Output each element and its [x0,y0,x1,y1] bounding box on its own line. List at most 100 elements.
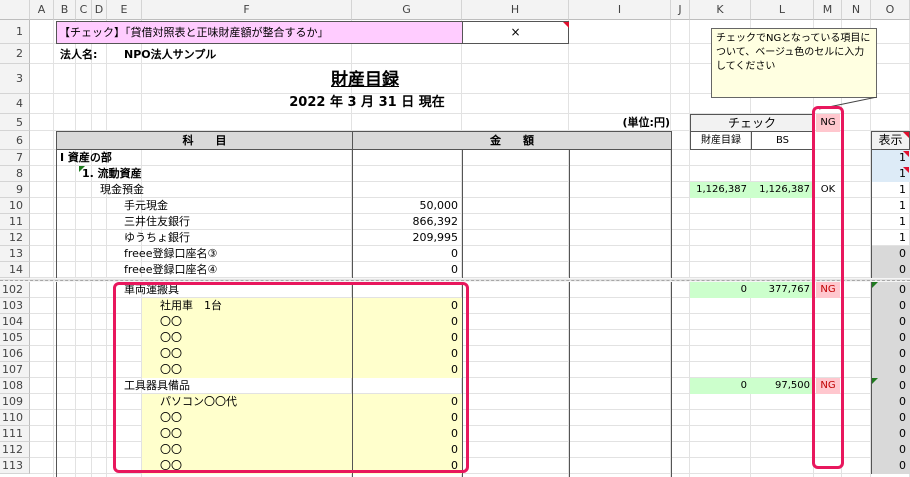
item-label: freee登録口座名③ [124,247,218,260]
row-header[interactable]: 102 [0,282,30,298]
check-bs-value: 1,126,387 [751,182,814,198]
item-amount[interactable]: 866,392 [353,214,462,230]
row-header[interactable]: 107 [0,362,30,378]
item-amount[interactable]: 0 [353,262,462,278]
row-header[interactable]: 113 [0,458,30,474]
row-header[interactable]: 111 [0,426,30,442]
select-all-corner[interactable] [0,0,30,20]
check-bs-value: 97,500 [751,378,814,394]
row-header[interactable]: 2 [0,44,30,64]
check-panel-col1: 財産目録 [690,131,752,150]
display-flag: 0 [871,314,910,330]
check-title-cell[interactable]: 【チェック】「貸借対照表と正味財産額が整合するか」 [56,21,463,44]
row-header[interactable]: 109 [0,394,30,410]
check-inventory-value: 0 [690,378,751,394]
row-header[interactable]: 10 [0,198,30,214]
display-flag: 0 [871,262,910,278]
row-header[interactable]: 106 [0,346,30,362]
column-header[interactable]: O [871,0,910,20]
comment-marker-icon [563,22,569,28]
row-header[interactable]: 13 [0,246,30,262]
item-label: ゆうちょ銀行 [124,231,190,244]
note-comment-box: チェックでNGとなっている項目について、ベージュ色のセルに入力してください [711,28,877,98]
column-header[interactable]: L [751,0,814,20]
row-header[interactable]: 6 [0,131,30,150]
check-panel-title: チェック [690,114,814,132]
display-flag: 0 [871,410,910,426]
row-header[interactable]: 4 [0,94,30,114]
subject-header: 科 目 [56,131,353,150]
corp-label: 法人名: [60,48,98,61]
display-flag: 0 [871,330,910,346]
error-marker-icon [872,378,878,384]
row-header[interactable]: 14 [0,262,30,278]
column-header[interactable]: B [54,0,76,20]
item-label: freee登録口座名④ [124,263,218,276]
column-header[interactable]: I [569,0,671,20]
row-header[interactable]: 108 [0,378,30,394]
unit-label: (単位:円) [622,116,670,129]
column-header[interactable]: N [842,0,871,20]
amount-header: 金 額 [352,131,672,150]
display-flag: 0 [871,458,910,474]
highlight-input-area [113,282,469,473]
comment-marker-icon [903,132,909,138]
column-header[interactable]: D [92,0,107,20]
check-bs-value: 377,767 [751,282,814,298]
display-flag: 1 [871,230,910,246]
display-flag: 1 [871,198,910,214]
column-header[interactable]: F [142,0,352,20]
display-flag: 0 [871,394,910,410]
row-header[interactable]: 8 [0,166,30,182]
display-flag: 0 [871,298,910,314]
item-amount[interactable]: 50,000 [353,198,462,214]
item-amount[interactable] [353,182,462,198]
row-header[interactable]: 104 [0,314,30,330]
item-label: 三井住友銀行 [124,215,190,228]
comment-marker-icon [903,167,909,173]
display-flag: 0 [871,426,910,442]
column-header[interactable]: E [107,0,142,20]
row-header[interactable]: 11 [0,214,30,230]
highlight-ng-column [812,106,844,469]
display-flag: 1 [871,182,910,198]
check-inventory-value: 0 [690,282,751,298]
display-flag: 0 [871,442,910,458]
item-label: 手元現金 [124,199,168,212]
display-flag: 1 [871,214,910,230]
display-flag: 0 [871,362,910,378]
item-amount[interactable]: 209,995 [353,230,462,246]
column-header[interactable]: M [814,0,842,20]
comment-marker-icon [903,151,909,157]
section-assets: I 資産の部 [60,151,112,164]
display-flag: 0 [871,346,910,362]
error-marker-icon [872,282,878,288]
column-header[interactable]: G [352,0,462,20]
column-header[interactable]: J [671,0,690,20]
document-date: 2022 年 3 月 31 日 現在 [289,95,445,110]
row-header[interactable]: 12 [0,230,30,246]
row-header[interactable]: 105 [0,330,30,346]
row-header[interactable]: 5 [0,114,30,131]
row-header[interactable]: 1 [0,20,30,44]
column-header[interactable]: H [462,0,569,20]
error-marker-icon [79,166,85,172]
check-result-cell[interactable]: × [462,21,569,44]
freeze-split-dash [0,280,910,281]
row-header[interactable]: 112 [0,442,30,458]
column-header[interactable]: A [30,0,54,20]
display-flag: 0 [871,246,910,262]
corp-name: NPO法人サンプル [124,48,217,61]
row-header[interactable]: 3 [0,64,30,94]
check-panel-col2: BS [751,131,814,150]
row-header[interactable]: 110 [0,410,30,426]
item-label: 現金預金 [100,183,144,196]
column-header[interactable]: K [690,0,751,20]
row-header[interactable]: 7 [0,150,30,166]
section-current-assets: 1. 流動資産 [82,167,142,180]
item-amount[interactable]: 0 [353,246,462,262]
row-header[interactable]: 9 [0,182,30,198]
row-header[interactable]: 103 [0,298,30,314]
document-title: 財産目録 [331,70,399,90]
column-header[interactable]: C [76,0,92,20]
